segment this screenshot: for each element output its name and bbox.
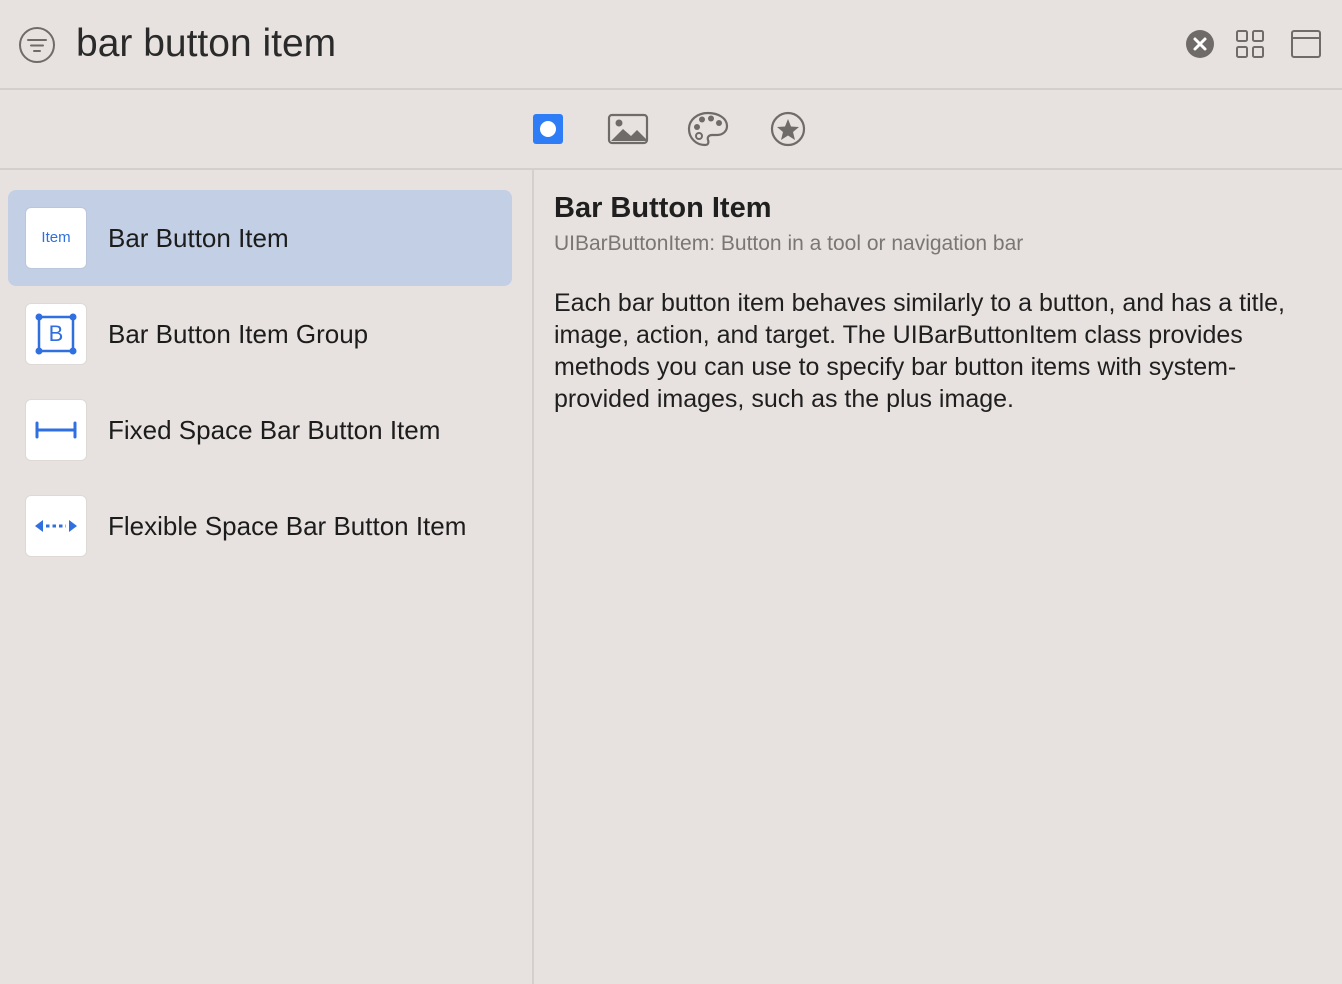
list-item-flexible-space[interactable]: Flexible Space Bar Button Item xyxy=(8,478,512,574)
list-item-bar-button-item[interactable]: Item Bar Button Item xyxy=(8,190,512,286)
category-tabs xyxy=(0,90,1342,170)
library-window: Item Bar Button Item B Bar Button Item G… xyxy=(0,0,1342,984)
snippets-tab-icon[interactable] xyxy=(766,108,810,150)
flexible-space-icon xyxy=(26,496,86,556)
filter-icon[interactable] xyxy=(18,26,56,64)
grid-view-icon[interactable] xyxy=(1234,28,1266,60)
list-item-label: Bar Button Item xyxy=(108,223,289,253)
window-panel-icon[interactable] xyxy=(1290,28,1322,60)
search-bar xyxy=(0,0,1342,90)
list-item-label: Fixed Space Bar Button Item xyxy=(108,415,441,445)
fixed-space-icon xyxy=(26,400,86,460)
list-item-fixed-space[interactable]: Fixed Space Bar Button Item xyxy=(8,382,512,478)
list-item-label: Flexible Space Bar Button Item xyxy=(108,511,467,541)
detail-description: Each bar button item behaves similarly t… xyxy=(554,289,1285,413)
palette-tab-icon[interactable] xyxy=(686,108,730,150)
detail-subtitle: UIBarButtonItem: Button in a tool or nav… xyxy=(554,232,1024,255)
list-item-bar-button-item-group[interactable]: B Bar Button Item Group xyxy=(8,286,512,382)
results-list: Item Bar Button Item B Bar Button Item G… xyxy=(0,170,534,984)
list-item-label: Bar Button Item Group xyxy=(108,319,369,349)
detail-title: Bar Button Item xyxy=(554,192,772,224)
objects-tab-icon[interactable] xyxy=(526,108,570,150)
image-tab-icon[interactable] xyxy=(606,108,650,150)
clear-search-icon[interactable] xyxy=(1185,29,1215,59)
search-input[interactable] xyxy=(76,18,1156,70)
bordered-b-icon: B xyxy=(26,304,86,364)
item-text-icon: Item xyxy=(26,208,86,268)
